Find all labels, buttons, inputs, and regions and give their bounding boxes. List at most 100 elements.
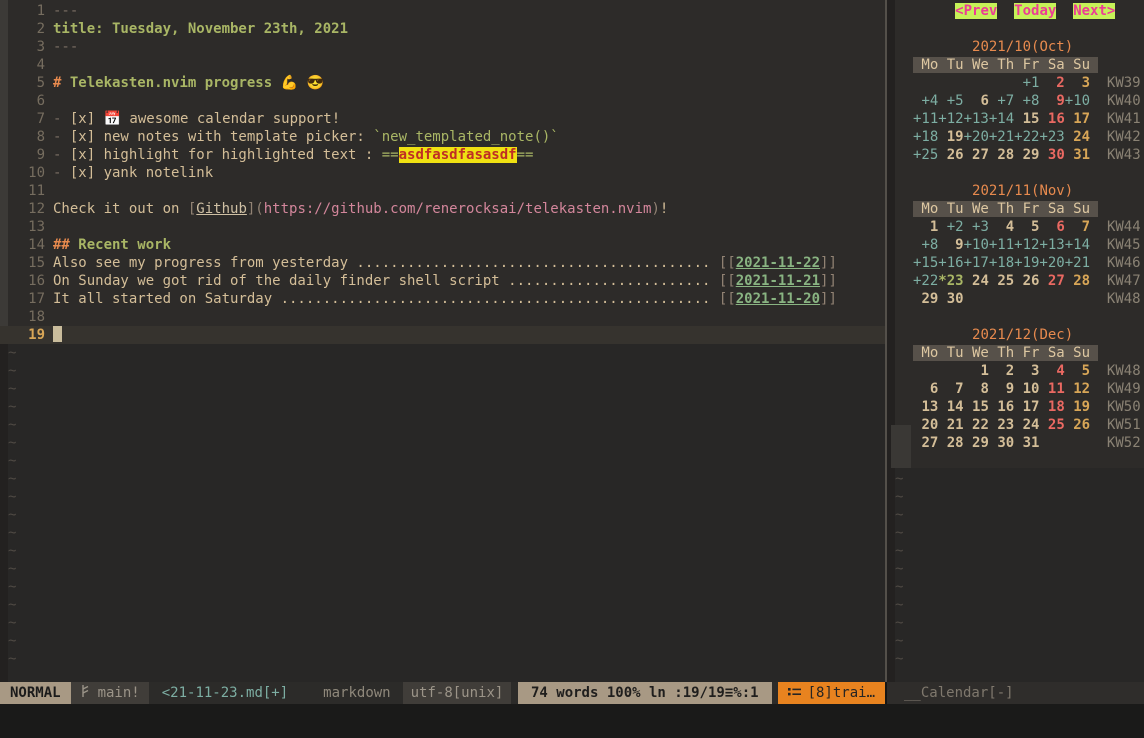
- calendar-blank-row: [887, 164, 1144, 182]
- empty-line-tilde: ~: [8, 614, 885, 632]
- text-cursor: [53, 326, 62, 342]
- empty-line-tilde: ~: [887, 470, 1144, 488]
- empty-line-tilde: ~: [887, 488, 1144, 506]
- calendar-day-header: Mo Tu We Th Fr Sa Su: [887, 344, 1144, 362]
- calendar-window[interactable]: <Prev Today Next> 2021/10(Oct) Mo Tu We …: [887, 0, 1144, 682]
- trailing-warning[interactable]: [8]trai…: [778, 682, 885, 704]
- editor-line-4[interactable]: 4: [8, 56, 885, 74]
- empty-line-tilde: ~: [8, 416, 885, 434]
- line-number: 8: [8, 128, 48, 146]
- editor-line-18[interactable]: 18: [8, 308, 885, 326]
- empty-line-tilde: ~: [8, 524, 885, 542]
- editor-scrollbar-thumb[interactable]: [0, 0, 8, 343]
- editor-line-8[interactable]: 8- [x] new notes with template picker: `…: [8, 128, 885, 146]
- line-number: 18: [8, 308, 48, 326]
- editor-line-19[interactable]: 19: [0, 326, 885, 344]
- git-branch-icon: [80, 684, 91, 703]
- calendar-day-header: Mo Tu We Th Fr Sa Su: [887, 200, 1144, 218]
- editor-buffer[interactable]: 1---2title: Tuesday, November 23th, 2021…: [8, 2, 885, 668]
- calendar-month-title: 2021/10(Oct): [887, 38, 1144, 56]
- line-number: 10: [8, 164, 48, 182]
- line-number: 14: [8, 236, 48, 254]
- empty-line-tilde: ~: [8, 434, 885, 452]
- empty-line-tilde: ~: [8, 398, 885, 416]
- line-number: 3: [8, 38, 48, 56]
- empty-line-tilde: ~: [887, 506, 1144, 524]
- editor-line-17[interactable]: 17It all started on Saturday ...........…: [8, 290, 885, 308]
- cal-prev-button[interactable]: <Prev: [955, 3, 997, 19]
- line-number: 19: [8, 326, 48, 344]
- calendar-week-row[interactable]: +18 19+20+21+22+23 24 KW42: [887, 128, 1144, 146]
- empty-line-tilde: ~: [887, 542, 1144, 560]
- editor-line-3[interactable]: 3---: [8, 38, 885, 56]
- calendar-week-row[interactable]: +25 26 27 28 29 30 31 KW43: [887, 146, 1144, 164]
- git-segment[interactable]: main!: [71, 682, 149, 704]
- calendar-week-row[interactable]: 6 7 8 9 10 11 12 KW49: [887, 380, 1144, 398]
- empty-line-tilde: ~: [8, 560, 885, 578]
- editor-line-16[interactable]: 16On Sunday we got rid of the daily find…: [8, 272, 885, 290]
- calendar-nav-row: <Prev Today Next>: [887, 2, 1144, 20]
- editor-line-10[interactable]: 10- [x] yank notelink: [8, 164, 885, 182]
- filename-label[interactable]: <21-11-23.md[+]: [149, 682, 288, 704]
- empty-line-tilde: ~: [8, 452, 885, 470]
- calendar-week-row[interactable]: +15+16+17+18+19+20+21 KW46: [887, 254, 1144, 272]
- trailing-label: [8]trai…: [808, 684, 875, 702]
- editor-line-7[interactable]: 7- [x] 📅 awesome calendar support!: [8, 110, 885, 128]
- editor-statusline: NORMAL main! <21-11-23.md[+] markdown ut…: [0, 682, 885, 704]
- calendar-week-row[interactable]: 27 28 29 30 31 KW52: [887, 434, 1144, 452]
- empty-line-tilde: ~: [887, 632, 1144, 650]
- line-number: 16: [8, 272, 48, 290]
- empty-line-tilde: ~: [8, 488, 885, 506]
- statusbar: NORMAL main! <21-11-23.md[+] markdown ut…: [0, 682, 1144, 704]
- calendar-week-row[interactable]: 20 21 22 23 24 25 26 KW51: [887, 416, 1144, 434]
- editor-window[interactable]: 1---2title: Tuesday, November 23th, 2021…: [0, 0, 885, 682]
- empty-line-tilde: ~: [8, 578, 885, 596]
- nvim-screen: 1---2title: Tuesday, November 23th, 2021…: [0, 0, 1144, 738]
- calendar-week-row[interactable]: +22*23 24 25 26 27 28 KW47: [887, 272, 1144, 290]
- calendar-week-row[interactable]: +4 +5 6 +7 +8 9+10 KW40: [887, 92, 1144, 110]
- empty-line-tilde: ~: [8, 650, 885, 668]
- calendar-week-row[interactable]: +8 9+10+11+12+13+14 KW45: [887, 236, 1144, 254]
- line-number: 11: [8, 182, 48, 200]
- calendar-week-row[interactable]: 29 30 KW48: [887, 290, 1144, 308]
- line-number: 4: [8, 56, 48, 74]
- empty-line-tilde: ~: [8, 362, 885, 380]
- line-number: 17: [8, 290, 48, 308]
- line-number: 1: [8, 2, 48, 20]
- editor-line-15[interactable]: 15Also see my progress from yesterday ..…: [8, 254, 885, 272]
- editor-line-13[interactable]: 13: [8, 218, 885, 236]
- editor-line-14[interactable]: 14## Recent work: [8, 236, 885, 254]
- line-number: 15: [8, 254, 48, 272]
- empty-line-tilde: ~: [8, 596, 885, 614]
- empty-line-tilde: ~: [8, 380, 885, 398]
- git-branch-label: main!: [98, 684, 140, 702]
- cal-today-button[interactable]: Today: [1014, 3, 1056, 19]
- calendar-month-title: 2021/12(Dec): [887, 326, 1144, 344]
- calendar-week-row[interactable]: 1 2 3 4 5 KW48: [887, 362, 1144, 380]
- empty-line-tilde: ~: [8, 506, 885, 524]
- editor-line-5[interactable]: 5# Telekasten.nvim progress 💪 😎: [8, 74, 885, 92]
- calendar-day-header: Mo Tu We Th Fr Sa Su: [887, 56, 1144, 74]
- editor-line-9[interactable]: 9- [x] highlight for highlighted text : …: [8, 146, 885, 164]
- editor-line-2[interactable]: 2title: Tuesday, November 23th, 2021: [8, 20, 885, 38]
- line-number: 5: [8, 74, 48, 92]
- editor-line-11[interactable]: 11: [8, 182, 885, 200]
- editor-line-6[interactable]: 6: [8, 92, 885, 110]
- calendar-week-row[interactable]: 13 14 15 16 17 18 19 KW50: [887, 398, 1144, 416]
- empty-line-tilde: ~: [887, 560, 1144, 578]
- line-number: 6: [8, 92, 48, 110]
- empty-line-tilde: ~: [887, 650, 1144, 668]
- cal-next-button[interactable]: Next>: [1073, 3, 1115, 19]
- line-number: 2: [8, 20, 48, 38]
- editor-line-1[interactable]: 1---: [8, 2, 885, 20]
- editor-line-12[interactable]: 12Check it out on [Github](https://githu…: [8, 200, 885, 218]
- calendar-week-row[interactable]: +11+12+13+14 15 16 17 KW41: [887, 110, 1144, 128]
- empty-line-tilde: ~: [8, 632, 885, 650]
- line-number: 12: [8, 200, 48, 218]
- calendar-week-row[interactable]: +1 2 3 KW39: [887, 74, 1144, 92]
- command-line[interactable]: [0, 704, 1144, 738]
- calendar-week-row[interactable]: 1 +2 +3 4 5 6 7 KW44: [887, 218, 1144, 236]
- stats-segment: 74 words 100% ln :19/19≡%:1: [518, 682, 772, 704]
- filetype-label: markdown: [323, 682, 390, 704]
- calendar-buffer[interactable]: <Prev Today Next> 2021/10(Oct) Mo Tu We …: [887, 2, 1144, 668]
